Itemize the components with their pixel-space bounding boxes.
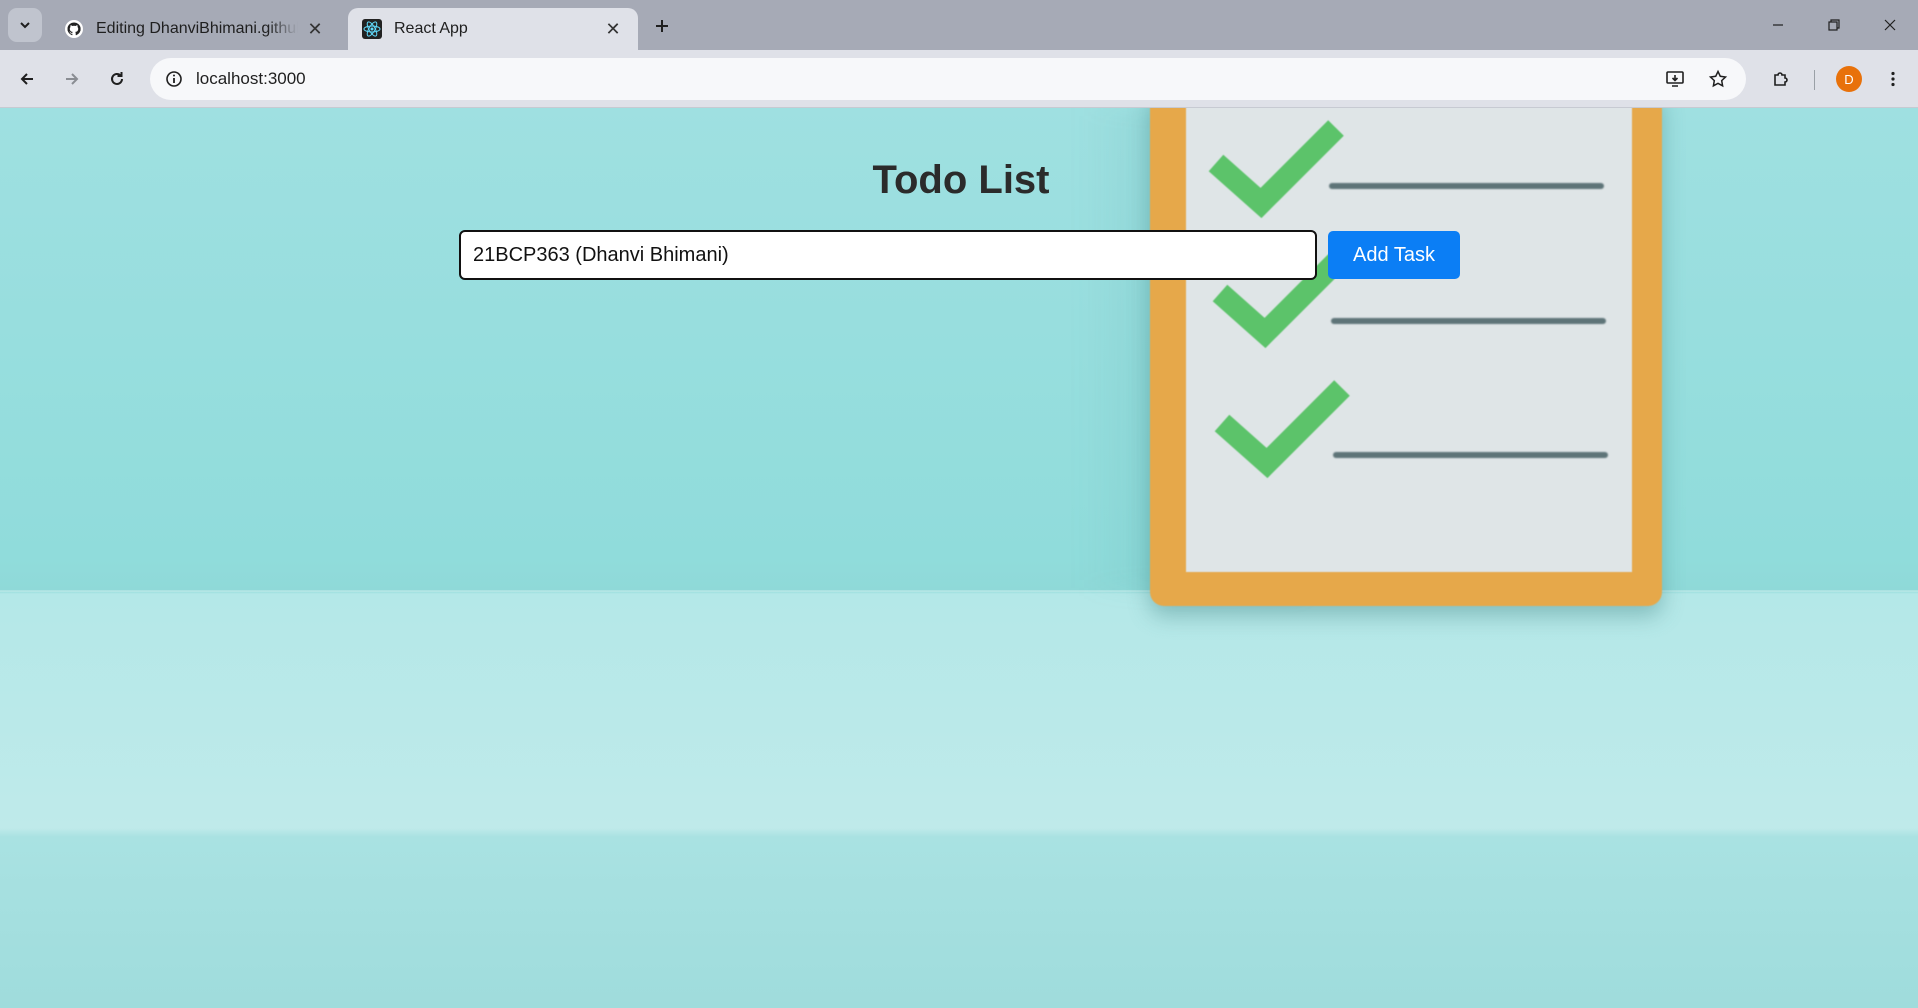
toolbar-divider bbox=[1814, 70, 1815, 90]
install-icon bbox=[1666, 71, 1684, 87]
restore-button[interactable] bbox=[1806, 0, 1862, 50]
react-icon bbox=[362, 19, 382, 39]
plus-icon bbox=[656, 20, 668, 32]
extensions-button[interactable] bbox=[1764, 62, 1798, 96]
checklist-line bbox=[1333, 452, 1608, 458]
tab-title: Editing DhanviBhimani.github.io bbox=[96, 20, 298, 37]
puzzle-icon bbox=[1774, 72, 1788, 86]
reload-icon bbox=[111, 72, 123, 85]
url-text[interactable]: localhost:3000 bbox=[196, 69, 306, 89]
star-icon bbox=[1708, 69, 1728, 88]
page-title-text: Todo List bbox=[872, 158, 1050, 202]
checklist-line bbox=[1331, 318, 1606, 324]
page-title: Todo List bbox=[0, 158, 1918, 203]
back-button[interactable] bbox=[10, 62, 44, 96]
restore-icon bbox=[1828, 19, 1840, 31]
arrow-right-icon bbox=[66, 73, 79, 85]
page-viewport: Todo List Add Task bbox=[0, 108, 1918, 1008]
new-tab-button[interactable] bbox=[648, 12, 676, 40]
arrow-left-icon bbox=[20, 73, 33, 85]
tab-search-button[interactable] bbox=[8, 8, 42, 42]
site-info-icon[interactable] bbox=[160, 65, 188, 93]
menu-button[interactable] bbox=[1876, 62, 1910, 96]
task-input[interactable] bbox=[459, 230, 1317, 280]
tab-github[interactable]: Editing DhanviBhimani.github.io ✕ bbox=[50, 8, 340, 50]
forward-button[interactable] bbox=[55, 62, 89, 96]
reload-button[interactable] bbox=[100, 62, 134, 96]
tab-strip: Editing DhanviBhimani.github.io ✕ React … bbox=[0, 0, 1918, 50]
tab-react-app[interactable]: React App ✕ bbox=[348, 8, 638, 50]
browser-toolbar: localhost:3000 D bbox=[0, 50, 1918, 108]
address-bar[interactable]: localhost:3000 bbox=[150, 58, 1746, 100]
bookmark-button[interactable] bbox=[1703, 64, 1733, 94]
checkmark-icon bbox=[1214, 380, 1350, 478]
close-window-button[interactable] bbox=[1862, 0, 1918, 50]
minimize-icon bbox=[1773, 24, 1783, 26]
add-task-button[interactable]: Add Task bbox=[1328, 231, 1460, 279]
more-vertical-icon bbox=[1891, 71, 1895, 87]
close-icon bbox=[1884, 19, 1896, 31]
install-app-button[interactable] bbox=[1660, 64, 1690, 94]
profile-avatar[interactable]: D bbox=[1836, 66, 1862, 92]
github-icon bbox=[64, 19, 84, 39]
chevron-down-icon bbox=[20, 22, 30, 29]
close-tab-icon[interactable]: ✕ bbox=[304, 18, 326, 40]
tab-title: React App bbox=[394, 20, 468, 37]
minimize-button[interactable] bbox=[1750, 0, 1806, 50]
close-tab-icon[interactable]: ✕ bbox=[602, 18, 624, 40]
